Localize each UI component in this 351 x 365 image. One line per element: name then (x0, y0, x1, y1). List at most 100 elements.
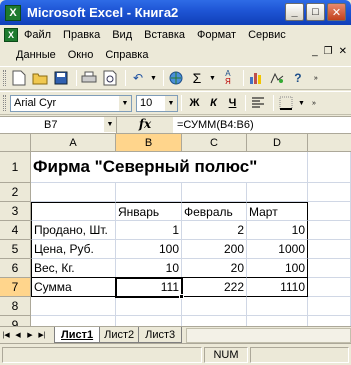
cell-a7-label[interactable]: Сумма (31, 278, 116, 297)
font-name-select[interactable]: Arial Cyr ▼ (10, 94, 132, 112)
row-header-6[interactable]: 6 (0, 259, 31, 278)
column-header-e[interactable] (308, 134, 351, 152)
row-header-8[interactable]: 8 (0, 297, 31, 316)
doc-close-icon[interactable]: ✕ (339, 46, 347, 57)
cell-b2[interactable] (116, 183, 182, 202)
close-button[interactable]: ✕ (327, 3, 346, 21)
cell-a5-label[interactable]: Цена, Руб. (31, 240, 116, 259)
cell-e5[interactable] (308, 240, 351, 259)
last-sheet-icon[interactable]: ▶| (36, 328, 48, 342)
cell-d3-month[interactable]: Март (247, 202, 308, 221)
cell-b8[interactable] (116, 297, 182, 316)
first-sheet-icon[interactable]: |◀ (0, 328, 12, 342)
open-icon[interactable] (31, 69, 49, 87)
cell-b3-month[interactable]: Январь (116, 202, 182, 221)
tab-sheet2[interactable]: Лист2 (97, 327, 142, 343)
cell-c8[interactable] (182, 297, 247, 316)
cell-c5[interactable]: 200 (182, 240, 247, 259)
save-icon[interactable] (52, 69, 70, 87)
cell-a4-label[interactable]: Продано, Шт. (31, 221, 116, 240)
cell-a6-label[interactable]: Вес, Кг. (31, 259, 116, 278)
cell-a2[interactable] (31, 183, 116, 202)
cell-e1[interactable] (308, 152, 351, 183)
menu-insert[interactable]: Вставка (138, 29, 191, 41)
cell-c6[interactable]: 20 (182, 259, 247, 278)
menu-format[interactable]: Формат (191, 29, 242, 41)
minimize-button[interactable]: _ (285, 3, 304, 21)
doc-restore-icon[interactable]: ❐ (324, 46, 333, 57)
cell-b7[interactable]: 111 (116, 278, 182, 297)
autosum-icon[interactable]: Σ (188, 69, 206, 87)
menu-tools[interactable]: Сервис (242, 29, 292, 41)
cell-d7[interactable]: 1110 (247, 278, 308, 297)
row-header-5[interactable]: 5 (0, 240, 31, 259)
horizontal-scrollbar[interactable] (186, 327, 351, 343)
borders-icon[interactable] (277, 94, 295, 112)
cell-e4[interactable] (308, 221, 351, 240)
toolbar-grip[interactable] (3, 95, 6, 111)
cell-c7[interactable]: 222 (182, 278, 247, 297)
cell-d8[interactable] (247, 297, 308, 316)
cell-e3[interactable] (308, 202, 351, 221)
maximize-button[interactable]: □ (306, 3, 325, 21)
underline-button[interactable]: Ч (223, 94, 242, 112)
menu-window[interactable]: Окно (62, 49, 100, 61)
cell-d4[interactable]: 10 (247, 221, 308, 240)
chevron-down-icon[interactable]: ▼ (119, 95, 131, 111)
column-header-d[interactable]: D (247, 134, 308, 152)
cell-c3-month[interactable]: Февраль (182, 202, 247, 221)
column-header-b[interactable]: B (116, 134, 182, 152)
tab-sheet1[interactable]: Лист1 (54, 327, 101, 343)
menu-view[interactable]: Вид (106, 29, 138, 41)
menu-help[interactable]: Справка (99, 49, 154, 61)
excel-icon[interactable]: X (5, 4, 21, 21)
cell-b6[interactable]: 10 (116, 259, 182, 278)
name-box[interactable]: B7 ▼ (0, 116, 117, 134)
print-icon[interactable] (80, 69, 98, 87)
fill-handle[interactable] (179, 294, 184, 299)
print-preview-icon[interactable] (101, 69, 119, 87)
doc-minimize-icon[interactable]: _ (312, 46, 318, 57)
italic-button[interactable]: К (204, 94, 223, 112)
cell-c4[interactable]: 2 (182, 221, 247, 240)
menu-file[interactable]: Файл (22, 29, 57, 41)
row-header-7[interactable]: 7 (0, 278, 31, 297)
hyperlink-icon[interactable] (167, 69, 185, 87)
cell-e2[interactable] (308, 183, 351, 202)
insert-function-icon[interactable]: fx (117, 117, 173, 133)
menu-edit[interactable]: Правка (57, 29, 106, 41)
column-header-c[interactable]: C (182, 134, 247, 152)
workbook-icon[interactable]: X (4, 28, 18, 42)
cell-d2[interactable] (247, 183, 308, 202)
row-header-2[interactable]: 2 (0, 183, 31, 202)
menu-data[interactable]: Данные (14, 49, 62, 61)
chevron-down-icon[interactable]: ▼ (104, 117, 116, 132)
cell-a3[interactable] (31, 202, 116, 221)
prev-sheet-icon[interactable]: ◀ (12, 328, 24, 342)
cell-e7[interactable] (308, 278, 351, 297)
cell-e8[interactable] (308, 297, 351, 316)
cell-d5[interactable]: 1000 (247, 240, 308, 259)
cell-d6[interactable]: 100 (247, 259, 308, 278)
bold-button[interactable]: Ж (185, 94, 204, 112)
next-sheet-icon[interactable]: ▶ (24, 328, 36, 342)
align-left-icon[interactable] (249, 94, 267, 112)
drawing-icon[interactable] (268, 69, 286, 87)
new-icon[interactable] (10, 69, 28, 87)
chart-wizard-icon[interactable] (247, 69, 265, 87)
formula-input[interactable]: =СУММ(B4:B6) (173, 119, 254, 131)
cell-c2[interactable] (182, 183, 247, 202)
cell-b5[interactable]: 100 (116, 240, 182, 259)
select-all-corner[interactable] (0, 134, 31, 152)
cell-a8[interactable] (31, 297, 116, 316)
row-header-1[interactable]: 1 (0, 152, 31, 183)
row-header-3[interactable]: 3 (0, 202, 31, 221)
chevron-down-icon[interactable]: ▼ (165, 95, 177, 111)
column-header-a[interactable]: A (31, 134, 116, 152)
tab-sheet3[interactable]: Лист3 (138, 327, 183, 343)
cell-e6[interactable] (308, 259, 351, 278)
sort-ascending-icon[interactable]: АЯ (219, 69, 237, 87)
font-size-select[interactable]: 10 ▼ (136, 94, 178, 112)
row-header-4[interactable]: 4 (0, 221, 31, 240)
cell-a1-title[interactable]: Фирма "Северный полюс" (31, 152, 257, 183)
